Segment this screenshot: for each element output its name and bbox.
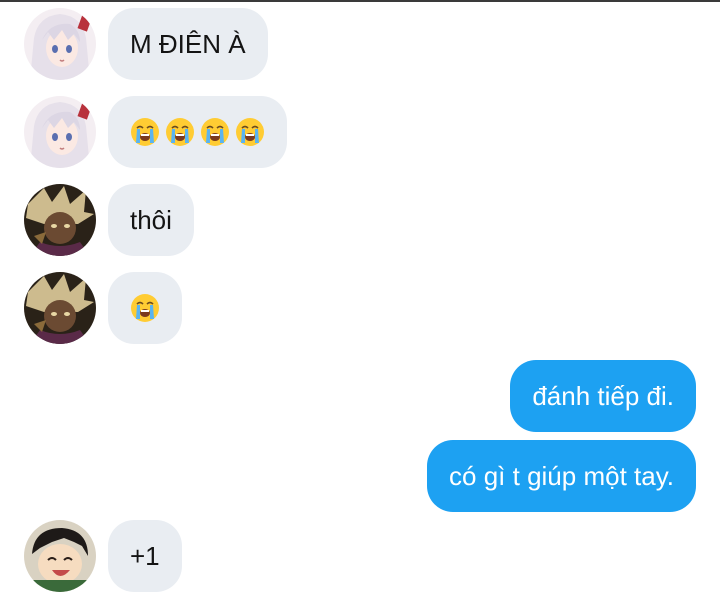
silver-hair-anime-avatar[interactable]	[24, 8, 96, 80]
loudly-crying-face-icon	[236, 118, 264, 146]
message-bubble[interactable]	[108, 272, 182, 344]
message-bubble[interactable]: thôi	[108, 184, 194, 256]
silver-hair-anime-avatar[interactable]	[24, 96, 96, 168]
loudly-crying-face-icon	[201, 118, 229, 146]
message-bubble[interactable]: đánh tiếp đi.	[510, 360, 696, 432]
loudly-crying-face-icon	[166, 118, 194, 146]
message-text: M ĐIÊN À	[130, 28, 246, 59]
message-bubble[interactable]: có gì t giúp một tay.	[427, 440, 696, 512]
message-bubble[interactable]: M ĐIÊN À	[108, 8, 268, 80]
message-bubble[interactable]	[108, 96, 287, 168]
dark-anime-avatar[interactable]	[24, 272, 96, 344]
loudly-crying-face-icon	[131, 118, 159, 146]
message-text: có gì t giúp một tay.	[449, 460, 674, 491]
message-text: +1	[130, 540, 160, 571]
loudly-crying-face-icon	[131, 294, 159, 322]
top-divider	[0, 0, 720, 2]
dark-anime-avatar[interactable]	[24, 184, 96, 256]
message-text: đánh tiếp đi.	[532, 380, 674, 411]
laughing-kid-avatar[interactable]	[24, 520, 96, 592]
message-text: thôi	[130, 204, 172, 235]
message-bubble[interactable]: +1	[108, 520, 182, 592]
